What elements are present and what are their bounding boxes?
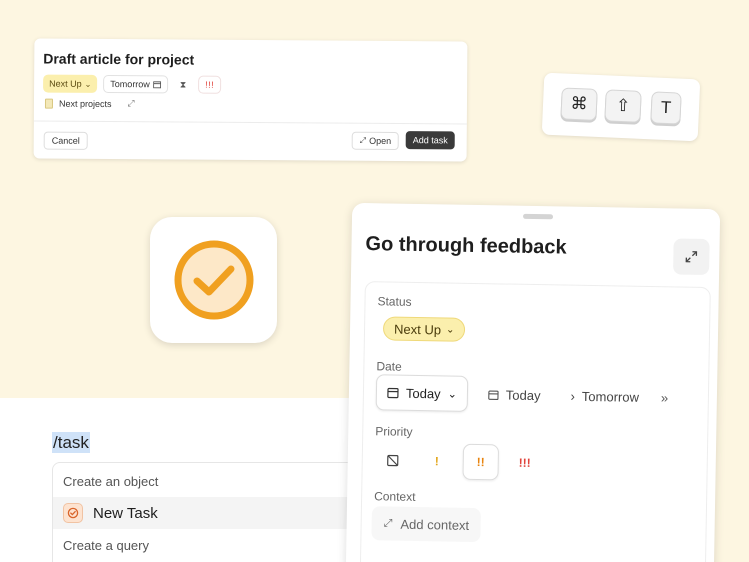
priority-medium-button[interactable]: !! <box>462 443 500 481</box>
task-title-input[interactable]: Draft article for project <box>43 51 194 68</box>
add-context-label: Add context <box>400 516 470 533</box>
calendar-icon <box>387 387 399 399</box>
date-label: Date <box>376 359 402 374</box>
drag-handle[interactable] <box>523 213 554 220</box>
slash-command: task <box>57 433 89 452</box>
task-title[interactable]: Go through feedback <box>365 233 566 260</box>
priority-row: ! !! !!! <box>374 442 543 481</box>
expand-icon <box>685 251 698 263</box>
status-value: Next Up <box>393 321 442 337</box>
chevron-down-icon: ⌄ <box>445 323 455 336</box>
expand-icon: ⤢ <box>383 516 393 530</box>
quick-add-chips: Next Up ⌄ Tomorrow ⧗ !!! <box>43 74 222 94</box>
priority-high-button[interactable]: !!! <box>506 445 543 482</box>
add-task-button[interactable]: Add task <box>405 131 455 150</box>
date-row: Today ⌄ Today › Tomorrow » <box>375 374 669 415</box>
status-chip[interactable]: Next Up ⌄ <box>43 74 98 93</box>
expand-icon: ⤢ <box>359 135 367 145</box>
document-icon <box>44 98 54 109</box>
project-label: Next projects <box>58 98 112 109</box>
quick-add-card: Draft article for project Next Up ⌄ Tomo… <box>33 38 468 162</box>
add-context-button[interactable]: ⤢ Add context <box>371 506 482 543</box>
menu-item-create-object[interactable]: Create an object <box>63 474 158 489</box>
keyboard-shortcut-card: ⌘ ⇧ T <box>541 72 701 142</box>
context-label: Context <box>374 489 416 504</box>
app-icon <box>150 217 277 343</box>
date-option-label: Tomorrow <box>581 388 640 405</box>
properties-section: Status Next Up ⌄ Date Today ⌄ Today › To… <box>359 281 711 562</box>
status-chip-label: Next Up <box>49 78 82 89</box>
no-priority-icon <box>387 454 399 467</box>
priority-low-button[interactable]: ! <box>418 443 455 480</box>
shift-key: ⇧ <box>604 89 642 123</box>
hourglass-button[interactable]: ⧗ <box>174 75 192 93</box>
date-option-label: Today <box>505 387 541 403</box>
calendar-icon <box>152 81 161 89</box>
date-dropdown[interactable]: Today ⌄ <box>375 374 469 412</box>
open-button-label: Open <box>369 135 392 146</box>
calendar-icon <box>488 390 499 400</box>
chevron-down-icon: ⌄ <box>84 79 92 89</box>
expand-button[interactable] <box>673 238 710 276</box>
task-detail-panel: Go through feedback Status Next Up ⌄ Dat… <box>345 202 721 562</box>
divider <box>33 120 467 125</box>
hourglass-icon: ⧗ <box>179 79 187 90</box>
status-label: Status <box>377 294 412 309</box>
double-chevron-icon: » <box>660 389 669 405</box>
date-option-today[interactable]: Today <box>488 387 541 403</box>
priority-chip[interactable]: !!! <box>198 75 222 94</box>
expand-icon[interactable]: ⤢ <box>127 98 134 109</box>
open-button[interactable]: ⤢ Open <box>351 131 400 151</box>
t-key: T <box>650 91 682 125</box>
date-chip-label: Tomorrow <box>110 79 150 90</box>
priority-label: Priority <box>375 424 413 439</box>
menu-item-create-query[interactable]: Create a query <box>63 538 149 553</box>
task-icon <box>63 503 83 523</box>
cancel-button[interactable]: Cancel <box>43 131 88 150</box>
date-option-tomorrow[interactable]: › Tomorrow <box>570 388 639 404</box>
date-chip[interactable]: Tomorrow <box>103 74 168 94</box>
command-key: ⌘ <box>560 87 598 121</box>
menu-item-label: New Task <box>93 504 158 522</box>
chevron-right-icon: › <box>570 388 576 404</box>
more-dates-button[interactable]: » <box>661 390 668 405</box>
date-value: Today <box>405 385 441 401</box>
editor-panel: /task Create an object New Task Create a… <box>0 398 412 562</box>
slash-command-text[interactable]: /task <box>52 432 90 453</box>
checkmark-circle-icon <box>174 240 254 320</box>
no-priority-button[interactable] <box>374 442 411 479</box>
project-row[interactable]: Next projects ⤢ <box>44 98 135 110</box>
status-dropdown[interactable]: Next Up ⌄ <box>382 316 466 342</box>
slash-command-selection: /task <box>52 432 90 453</box>
chevron-down-icon: ⌄ <box>447 388 457 401</box>
